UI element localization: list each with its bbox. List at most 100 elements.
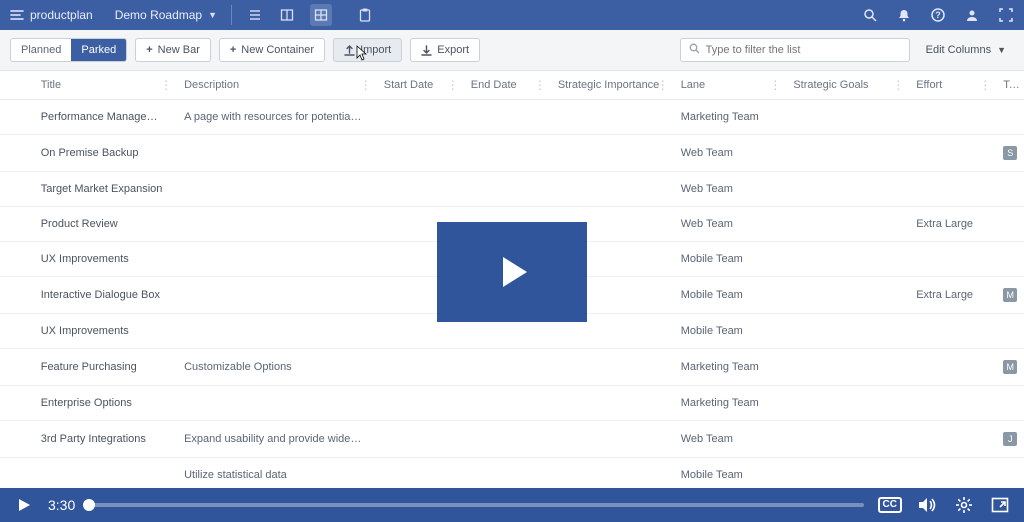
tag-chip: J bbox=[1003, 432, 1017, 446]
grip-icon[interactable]: ⋮ bbox=[360, 78, 370, 92]
appbar-right: ? bbox=[862, 7, 1014, 23]
search-icon[interactable] bbox=[862, 7, 878, 23]
cell-start-date bbox=[374, 458, 461, 489]
export-button[interactable]: Export bbox=[410, 38, 480, 62]
col-title[interactable]: Title⋮ bbox=[31, 71, 174, 100]
tag-chip: M bbox=[1003, 360, 1017, 374]
cell-strategic-goals bbox=[783, 458, 906, 489]
cell-strategic-importance bbox=[548, 386, 671, 421]
col-lane[interactable]: Lane⋮ bbox=[671, 71, 784, 100]
cell-strategic-goals bbox=[783, 277, 906, 314]
cell-end-date bbox=[461, 458, 548, 489]
brand-text: productplan bbox=[30, 8, 93, 22]
plus-icon: + bbox=[230, 44, 236, 56]
view-switcher bbox=[246, 4, 374, 26]
cell-tag: S bbox=[993, 135, 1024, 172]
cell-lane: Mobile Team bbox=[671, 277, 784, 314]
edit-columns-label: Edit Columns bbox=[926, 44, 991, 56]
table-row[interactable]: On Premise BackupWeb TeamS bbox=[0, 135, 1024, 172]
cell-strategic-goals bbox=[783, 172, 906, 207]
cell-effort bbox=[906, 100, 993, 135]
col-description[interactable]: Description⋮ bbox=[174, 71, 374, 100]
cell-title: Interactive Dialogue Box bbox=[31, 277, 174, 314]
cc-button[interactable]: CC bbox=[878, 497, 902, 513]
grip-icon[interactable]: ⋮ bbox=[160, 78, 170, 92]
cell-tag bbox=[993, 386, 1024, 421]
new-container-button[interactable]: + New Container bbox=[219, 38, 325, 62]
cell-tag bbox=[993, 314, 1024, 349]
fullscreen-icon[interactable] bbox=[998, 7, 1014, 23]
col-strategic-importance[interactable]: Strategic Importance⋮ bbox=[548, 71, 671, 100]
search-icon bbox=[689, 43, 700, 57]
import-button[interactable]: Import bbox=[333, 38, 402, 62]
cell-effort bbox=[906, 135, 993, 172]
video-progress-knob[interactable] bbox=[83, 499, 95, 511]
grip-icon[interactable]: ⋮ bbox=[447, 78, 457, 92]
cell-effort bbox=[906, 421, 993, 458]
cell-description bbox=[174, 135, 374, 172]
header-row: Title⋮ Description⋮ Start Date⋮ End Date… bbox=[0, 71, 1024, 100]
cell-lane: Web Team bbox=[671, 172, 784, 207]
cell-title: Product Review bbox=[31, 207, 174, 242]
caret-down-icon: ▼ bbox=[997, 45, 1006, 55]
col-end-date[interactable]: End Date⋮ bbox=[461, 71, 548, 100]
toolbar: Planned Parked + New Bar + New Container… bbox=[0, 30, 1024, 71]
grip-icon[interactable]: ⋮ bbox=[534, 78, 544, 92]
help-icon[interactable]: ? bbox=[930, 7, 946, 23]
settings-button[interactable] bbox=[954, 495, 974, 515]
cell-title: 3rd Party Integrations bbox=[31, 421, 174, 458]
bell-icon[interactable] bbox=[896, 7, 912, 23]
cell-title: UX Improvements bbox=[31, 242, 174, 277]
table-row[interactable]: Performance ManagementA page with resour… bbox=[0, 100, 1024, 135]
import-label: Import bbox=[360, 44, 391, 56]
video-play-overlay[interactable] bbox=[437, 222, 587, 322]
cell-effort: Extra Large bbox=[906, 277, 993, 314]
table-row[interactable]: Enterprise OptionsMarketing Team bbox=[0, 386, 1024, 421]
roadmap-select[interactable]: Demo Roadmap ▼ bbox=[115, 8, 217, 22]
list-view-icon[interactable] bbox=[246, 6, 264, 24]
grip-icon[interactable]: ⋮ bbox=[657, 78, 667, 92]
timeline-view-icon[interactable] bbox=[278, 6, 296, 24]
table-row[interactable]: Utilize statistical dataMobile Team bbox=[0, 458, 1024, 489]
tag-chip: S bbox=[1003, 146, 1017, 160]
filter-box[interactable] bbox=[680, 38, 910, 62]
cell-description bbox=[174, 314, 374, 349]
grip-icon[interactable]: ⋮ bbox=[769, 78, 779, 92]
cell-strategic-importance bbox=[548, 458, 671, 489]
user-icon[interactable] bbox=[964, 7, 980, 23]
new-bar-button[interactable]: + New Bar bbox=[135, 38, 211, 62]
table-wrap: Title⋮ Description⋮ Start Date⋮ End Date… bbox=[0, 71, 1024, 488]
new-container-label: New Container bbox=[241, 44, 314, 56]
table-view-icon[interactable] bbox=[310, 4, 332, 26]
table-row[interactable]: Target Market ExpansionWeb Team bbox=[0, 172, 1024, 207]
cell-end-date bbox=[461, 349, 548, 386]
col-strategic-goals[interactable]: Strategic Goals⋮ bbox=[783, 71, 906, 100]
play-button[interactable] bbox=[14, 495, 34, 515]
expand-button[interactable] bbox=[990, 495, 1010, 515]
tab-parked[interactable]: Parked bbox=[71, 39, 126, 61]
edit-columns-button[interactable]: Edit Columns ▼ bbox=[918, 39, 1014, 61]
col-effort[interactable]: Effort⋮ bbox=[906, 71, 993, 100]
col-tag[interactable]: Ta bbox=[993, 71, 1024, 100]
grip-icon[interactable]: ⋮ bbox=[979, 78, 989, 92]
cell-tag: J bbox=[993, 421, 1024, 458]
cell-start-date bbox=[374, 172, 461, 207]
tab-planned[interactable]: Planned bbox=[11, 39, 71, 61]
upload-icon bbox=[344, 45, 355, 56]
caret-down-icon: ▼ bbox=[208, 10, 217, 20]
clipboard-icon[interactable] bbox=[356, 6, 374, 24]
download-icon bbox=[421, 45, 432, 56]
filter-input[interactable] bbox=[706, 44, 901, 56]
volume-button[interactable] bbox=[918, 495, 938, 515]
brand: productplan bbox=[10, 8, 93, 22]
cell-effort bbox=[906, 349, 993, 386]
cell-description: Expand usability and provide wider offer… bbox=[174, 421, 374, 458]
cell-title bbox=[31, 458, 174, 489]
col-start-date[interactable]: Start Date⋮ bbox=[374, 71, 461, 100]
table-row[interactable]: 3rd Party IntegrationsExpand usability a… bbox=[0, 421, 1024, 458]
cell-strategic-importance bbox=[548, 421, 671, 458]
table-row[interactable]: Feature PurchasingCustomizable OptionsMa… bbox=[0, 349, 1024, 386]
video-progress-track[interactable] bbox=[89, 503, 863, 507]
grip-icon[interactable]: ⋮ bbox=[892, 78, 902, 92]
cell-strategic-goals bbox=[783, 349, 906, 386]
